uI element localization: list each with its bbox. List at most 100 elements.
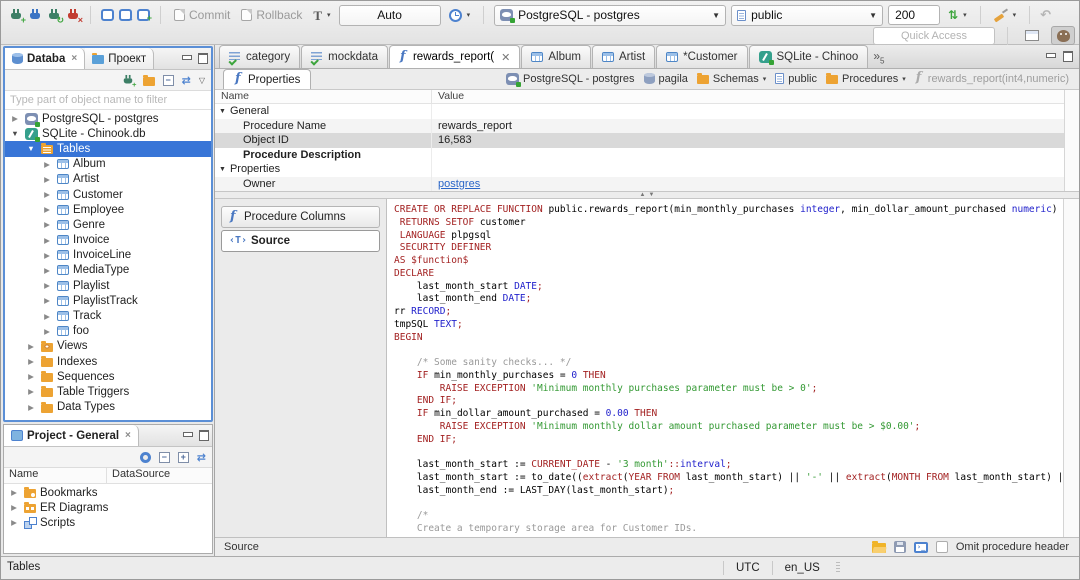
connect-icon[interactable]: + (9, 8, 26, 24)
paint-button[interactable]: ▾ (991, 7, 1020, 24)
invalidate-icon[interactable]: × (66, 8, 83, 24)
property-row-object-id[interactable]: Object ID 16,583 (215, 133, 1079, 148)
transaction-mode-combo[interactable]: Auto (338, 4, 441, 26)
transaction-history-button[interactable]: ▾ (446, 7, 474, 24)
tree-item-album[interactable]: ▶ Album (5, 157, 211, 172)
editor-tab-rewards-report[interactable]: rewards_report(✕ (388, 45, 521, 68)
tree-item-sequences[interactable]: ▶ Sequences (5, 369, 211, 384)
side-tab-source[interactable]: Source (221, 230, 380, 252)
property-row-owner[interactable]: Owner postgres (215, 176, 1079, 191)
chevron-right-icon[interactable]: ▶ (25, 387, 37, 396)
status-locale[interactable]: en_US (771, 561, 832, 575)
tree-item-invoiceline[interactable]: ▶ InvoiceLine (5, 248, 211, 263)
datasource-combo[interactable]: PostgreSQL - postgres ▼ (494, 4, 727, 26)
tree-item-table-triggers[interactable]: ▶ Table Triggers (5, 384, 211, 399)
chevron-right-icon[interactable]: ▶ (41, 175, 53, 184)
reconnect-icon[interactable]: ↻ (47, 8, 64, 24)
chevron-right-icon[interactable]: ▶ (41, 312, 53, 321)
chevron-down-icon[interactable]: ▾ (763, 75, 767, 83)
source-scrollbar[interactable] (1063, 199, 1079, 537)
tree-item-sqlite-chinook-db[interactable]: ▼ SQLite - Chinook.db (5, 126, 211, 142)
new-sql-script-icon[interactable]: + (137, 9, 152, 23)
collapse-all-icon[interactable]: − (158, 451, 170, 463)
view-menu-icon[interactable]: ▽ (199, 76, 205, 85)
column-header-datasource[interactable]: DataSource (107, 468, 170, 483)
breadcrumb-procedures[interactable]: Procedures ▾ (826, 73, 906, 85)
source-editor[interactable]: CREATE OR REPLACE FUNCTION public.reward… (387, 199, 1063, 537)
chevron-right-icon[interactable]: ▶ (8, 518, 20, 527)
breadcrumb-schemas[interactable]: Schemas ▾ (696, 73, 767, 85)
chevron-right-icon[interactable]: ▶ (9, 114, 21, 123)
splitter-handle[interactable]: ▲ ▼ (215, 191, 1079, 199)
chevron-right-icon[interactable]: ▶ (41, 160, 53, 169)
tree-item-track[interactable]: ▶ Track (5, 308, 211, 323)
chevron-right-icon[interactable]: ▶ (41, 281, 53, 290)
chevron-right-icon[interactable]: ▶ (25, 403, 37, 412)
properties-column-value[interactable]: Value (432, 90, 464, 103)
editor-tab-album[interactable]: Album (521, 45, 591, 68)
open-in-sql-console-icon[interactable] (913, 541, 928, 553)
new-sql-editor-icon[interactable] (101, 9, 114, 21)
chevron-right-icon[interactable]: ▶ (8, 503, 20, 512)
project-item-scripts[interactable]: ▶ Scripts (4, 515, 212, 530)
tree-item-indexes[interactable]: ▶ Indexes (5, 354, 211, 369)
properties-scrollbar[interactable] (1064, 90, 1079, 191)
tree-item-invoice[interactable]: ▶ Invoice (5, 233, 211, 248)
breadcrumb-public[interactable]: public (775, 73, 817, 85)
minimize-icon[interactable] (182, 430, 193, 440)
commit-button[interactable]: Commit (171, 6, 233, 24)
tree-item-playlist[interactable]: ▶ Playlist (5, 278, 211, 293)
chevron-down-icon[interactable]: ▼ (9, 129, 21, 138)
tree-item-artist[interactable]: ▶ Artist (5, 172, 211, 187)
close-icon[interactable]: ✕ (501, 51, 510, 64)
undo-icon[interactable]: ↶ (1040, 9, 1051, 22)
close-icon[interactable]: × (71, 53, 77, 64)
property-row-procedure-description[interactable]: Procedure Description (215, 147, 1079, 162)
property-row-general[interactable]: ▼ General (215, 104, 1079, 119)
chevron-right-icon[interactable]: ▶ (41, 236, 53, 245)
omit-procedure-header-checkbox[interactable] (935, 541, 948, 553)
maximize-icon[interactable] (1062, 51, 1073, 62)
editor-tab-sqlite-chinoo[interactable]: SQLite - Chinoo (748, 45, 869, 68)
fetch-size-input[interactable]: 200 (888, 5, 941, 25)
tree-item-views[interactable]: ▶ Views (5, 339, 211, 354)
link-with-editor-icon[interactable]: ⇄ (197, 452, 206, 463)
collapse-all-icon[interactable]: − (162, 74, 174, 86)
breadcrumb-postgresql-postgres[interactable]: PostgreSQL - postgres (506, 72, 635, 87)
tree-item-data-types[interactable]: ▶ Data Types (5, 400, 211, 415)
chevron-down-icon[interactable]: ▼ (215, 108, 226, 115)
editor-tab-artist[interactable]: Artist (591, 45, 656, 68)
property-row-properties[interactable]: ▼ Properties (215, 162, 1079, 177)
perspective-table-button[interactable] (1020, 26, 1044, 45)
property-value-link[interactable]: postgres (438, 178, 480, 190)
tree-item-genre[interactable]: ▶ Genre (5, 217, 211, 232)
editor-tab-mockdata[interactable]: mockdata (301, 45, 388, 68)
chevron-right-icon[interactable]: ▶ (41, 251, 53, 260)
perspective-dbeaver-button[interactable] (1051, 26, 1075, 45)
chevron-right-icon[interactable]: ▶ (25, 357, 37, 366)
minimize-icon[interactable] (1045, 51, 1056, 61)
link-with-editor-icon[interactable]: ⇄ (182, 75, 191, 86)
status-timezone[interactable]: UTC (723, 561, 772, 575)
chevron-right-icon[interactable]: ▶ (41, 327, 53, 336)
rollback-button[interactable]: Rollback (238, 6, 305, 24)
tree-item-playlisttrack[interactable]: ▶ PlaylistTrack (5, 293, 211, 308)
gear-icon[interactable] (139, 451, 151, 463)
editor-tab-customer[interactable]: *Customer (656, 45, 748, 68)
tree-item-tables[interactable]: ▼ Tables (5, 141, 211, 157)
breadcrumb-rewards-report-int4-numeric[interactable]: rewards_report(int4,numeric) (915, 71, 1069, 85)
tab-projects[interactable]: Проект (85, 48, 155, 69)
tab-database-navigator[interactable]: Databa × (5, 48, 86, 69)
tab-properties[interactable]: Properties (223, 69, 312, 89)
tab-project-general[interactable]: Project - General × (4, 425, 139, 446)
disconnect-icon[interactable] (28, 8, 42, 22)
breadcrumb-pagila[interactable]: pagila (643, 73, 688, 85)
maximize-icon[interactable] (197, 53, 208, 64)
column-header-name[interactable]: Name (4, 468, 107, 483)
side-tab-procedure-columns[interactable]: Procedure Columns (221, 206, 380, 228)
project-item-bookmarks[interactable]: ▶ Bookmarks (4, 485, 212, 500)
new-connection-icon[interactable]: + (122, 74, 136, 88)
chevron-right-icon[interactable]: ▶ (8, 488, 20, 497)
transaction-log-button[interactable]: T ▾ (310, 7, 333, 24)
save-to-file-icon[interactable] (893, 541, 906, 553)
